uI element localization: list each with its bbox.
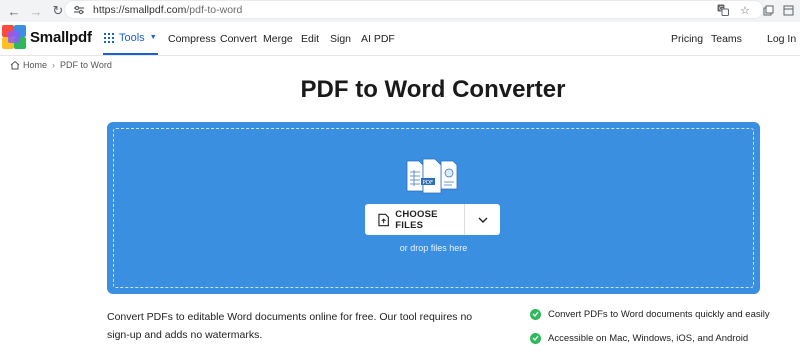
nav-convert[interactable]: Convert bbox=[220, 22, 257, 55]
drop-files-hint: or drop files here bbox=[399, 243, 468, 253]
choose-files-dropdown[interactable] bbox=[465, 204, 500, 235]
breadcrumb-home[interactable]: Home bbox=[23, 60, 47, 70]
breadcrumb-separator: › bbox=[52, 60, 56, 70]
check-circle-icon bbox=[530, 332, 541, 344]
tools-menu-button[interactable]: Tools ▼ bbox=[103, 22, 158, 55]
nav-merge[interactable]: Merge bbox=[263, 22, 293, 55]
nav-ai-pdf[interactable]: AI PDF bbox=[361, 22, 395, 55]
site-header: Smallpdf Tools ▼ Compress Convert Merge … bbox=[0, 22, 800, 56]
feature-item: Convert PDFs to Word documents quickly a… bbox=[530, 308, 770, 320]
feature-list: Convert PDFs to Word documents quickly a… bbox=[530, 308, 770, 344]
feature-text: Convert PDFs to Word documents quickly a… bbox=[548, 308, 770, 320]
grid-apps-icon bbox=[104, 32, 114, 43]
extensions-icon[interactable] bbox=[760, 2, 776, 18]
tools-label: Tools bbox=[119, 31, 145, 44]
breadcrumb-current[interactable]: PDF to Word bbox=[60, 60, 112, 70]
breadcrumb: Home › PDF to Word bbox=[10, 60, 112, 70]
site-settings-tune-icon[interactable] bbox=[71, 2, 87, 18]
back-arrow-icon[interactable]: ← bbox=[4, 1, 24, 21]
page-title: PDF to Word Converter bbox=[300, 76, 566, 103]
profile-icon[interactable] bbox=[780, 2, 796, 18]
nav-compress[interactable]: Compress bbox=[168, 22, 216, 55]
url-host: https://smallpdf.com bbox=[93, 3, 187, 16]
choose-files-label: CHOOSE FILES bbox=[395, 208, 438, 231]
brand-logo[interactable]: Smallpdf bbox=[2, 25, 92, 49]
translate-icon[interactable]: G bbox=[715, 2, 731, 18]
login-link[interactable]: Log In bbox=[767, 22, 796, 55]
browser-toolbar: ← → ↻ https://smallpdf.com/pdf-to-word G… bbox=[0, 0, 800, 22]
check-circle-icon bbox=[530, 308, 541, 320]
smallpdf-logo-icon bbox=[2, 25, 26, 49]
feature-text: Accessible on Mac, Windows, iOS, and And… bbox=[548, 332, 749, 344]
nav-edit[interactable]: Edit bbox=[301, 22, 319, 55]
forward-arrow-icon[interactable]: → bbox=[26, 1, 46, 21]
brand-name: Smallpdf bbox=[30, 28, 92, 46]
nav-sign[interactable]: Sign bbox=[330, 22, 351, 55]
bookmark-star-icon[interactable]: ☆ bbox=[737, 2, 753, 18]
choose-files-button[interactable]: CHOOSE FILES bbox=[365, 204, 500, 235]
file-dropzone[interactable]: PDF CHOOSE FILES or drop files here bbox=[107, 122, 760, 294]
tool-description: Convert PDFs to editable Word documents … bbox=[107, 311, 473, 341]
nav-pricing[interactable]: Pricing bbox=[671, 22, 703, 55]
chevron-down-icon bbox=[478, 217, 487, 223]
svg-text:PDF: PDF bbox=[423, 180, 434, 186]
url-path: /pdf-to-word bbox=[186, 3, 243, 16]
choose-files-main[interactable]: CHOOSE FILES bbox=[365, 204, 465, 235]
url-text[interactable]: https://smallpdf.com/pdf-to-word bbox=[93, 4, 242, 16]
nav-teams[interactable]: Teams bbox=[711, 22, 742, 55]
documents-illustration-icon: PDF bbox=[406, 158, 458, 194]
address-bar[interactable]: https://smallpdf.com/pdf-to-word G ☆ bbox=[64, 0, 764, 19]
file-upload-icon bbox=[378, 213, 389, 226]
feature-item: Accessible on Mac, Windows, iOS, and And… bbox=[530, 332, 770, 344]
home-icon bbox=[10, 60, 20, 70]
caret-down-icon: ▼ bbox=[149, 34, 157, 41]
